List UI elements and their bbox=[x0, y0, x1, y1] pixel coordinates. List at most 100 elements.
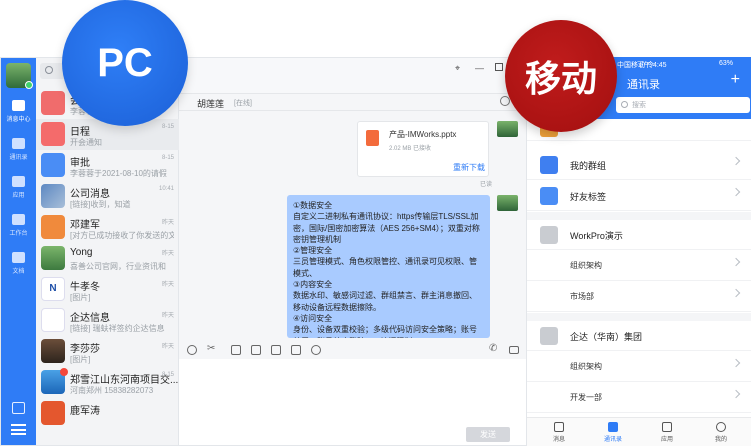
emoji-icon[interactable] bbox=[187, 345, 197, 355]
pc-app-window: 消息中心 通讯录 应用 工作台 文档 日程 开会通知 8-15 审批 李蓉蓉于2… bbox=[0, 57, 527, 446]
mobile-row-org-chart[interactable]: 组织架构 bbox=[527, 251, 751, 281]
conversation-snippet: [链接]收到，知道 bbox=[70, 200, 131, 209]
download-icon[interactable] bbox=[12, 402, 25, 414]
chevron-right-icon bbox=[731, 288, 741, 298]
message-bubble[interactable]: ①数据安全 自定义二进制私有通讯协议：https传输层TLS/SSL加密，国际/… bbox=[287, 195, 490, 338]
mobile-row-my-groups[interactable]: 我的群组 bbox=[527, 150, 751, 180]
read-status: 已读 bbox=[480, 182, 493, 188]
conversation-snippet: [图片] bbox=[70, 355, 91, 364]
mobile-row-dev-dept[interactable]: 开发一部 bbox=[527, 383, 751, 413]
avatar bbox=[41, 339, 65, 363]
mobile-row-org-workpro[interactable]: WorkPro演示 bbox=[527, 220, 751, 250]
phone-device-icon[interactable] bbox=[251, 345, 261, 355]
conversation-name: 鹿军涛 bbox=[70, 406, 100, 417]
conversation-snippet: 李蓉蓉于2021-08-10的请假 bbox=[70, 169, 167, 178]
row-label: 开发一部 bbox=[570, 393, 602, 402]
redownload-link[interactable]: 重新下载 bbox=[453, 162, 485, 173]
chat-status: [在线] bbox=[234, 100, 252, 107]
rail-item-apps[interactable]: 应用 bbox=[1, 176, 36, 199]
search-icon bbox=[45, 66, 53, 74]
rail-label: 文档 bbox=[12, 269, 25, 275]
row-label: 市场部 bbox=[570, 292, 594, 301]
conversation-name: 审批 bbox=[70, 158, 90, 169]
mobile-row-marketing[interactable]: 市场部 bbox=[527, 282, 751, 312]
avatar: N bbox=[41, 277, 65, 301]
avatar bbox=[41, 184, 65, 208]
conversation-time: 10:41 bbox=[158, 186, 174, 192]
tab-messages[interactable]: 消息 bbox=[539, 422, 579, 443]
conversation-item[interactable]: 郑雪江山东河南项目交... 河南郑州 15838282073 8-15 bbox=[36, 367, 179, 398]
document-icon bbox=[12, 252, 25, 263]
avatar bbox=[41, 308, 65, 332]
sender-avatar bbox=[497, 121, 518, 137]
screen-share-icon[interactable] bbox=[271, 345, 281, 355]
mobile-title: 通讯录 bbox=[627, 79, 660, 91]
conversation-snippet: [对方已成功接收了你发送的文件] bbox=[70, 231, 174, 240]
group-icon bbox=[540, 156, 558, 174]
message-line: 数据水印、敏感词过滤、群组禁言、群主消息撤回、移动设备远程数据擦除。 bbox=[293, 291, 477, 312]
tab-label: 通讯录 bbox=[603, 437, 622, 443]
message-line: 三员管理模式、角色权限管控、通讯录可见权限、管模式、 bbox=[293, 257, 477, 278]
conversation-time: 8-15 bbox=[161, 124, 174, 130]
minimize-icon[interactable]: — bbox=[475, 63, 484, 73]
scissors-icon[interactable]: ✂ bbox=[207, 343, 217, 354]
file-icon[interactable] bbox=[291, 345, 301, 355]
conversation-item[interactable]: 公司消息 [链接]收到，知道 10:41 bbox=[36, 181, 179, 212]
message-line: 身份、设备双重校验；多级代码访问安全策略；账号禁用、账号禁止登陆、IP访问限制。 bbox=[293, 325, 477, 338]
search-icon bbox=[621, 101, 628, 108]
conversation-item[interactable]: 鹿军涛 bbox=[36, 398, 179, 429]
rail-item-docs[interactable]: 文档 bbox=[1, 252, 36, 275]
chat-bubble-icon bbox=[12, 100, 25, 111]
mobile-row-org-qida[interactable]: 企达（华南）集团 bbox=[527, 321, 751, 351]
maximize-icon[interactable] bbox=[495, 63, 503, 71]
rail-item-contacts[interactable]: 通讯录 bbox=[1, 138, 36, 161]
avatar bbox=[41, 246, 65, 270]
tab-contacts[interactable]: 通讯录 bbox=[593, 422, 633, 443]
chevron-right-icon bbox=[731, 257, 741, 267]
conversation-time: 昨天 bbox=[161, 282, 174, 288]
rail-item-workbench[interactable]: 工作台 bbox=[1, 214, 36, 237]
folder-icon bbox=[12, 214, 25, 225]
row-label: 企达（华南）集团 bbox=[570, 332, 643, 342]
video-call-icon[interactable] bbox=[509, 346, 519, 354]
tab-apps[interactable]: 应用 bbox=[647, 422, 687, 443]
phone-call-icon[interactable]: ✆ bbox=[489, 343, 499, 354]
send-button[interactable]: 发送 bbox=[466, 427, 510, 442]
conversation-item[interactable]: 李莎莎 [图片] 昨天 bbox=[36, 336, 179, 367]
section-separator bbox=[527, 212, 751, 220]
chevron-right-icon bbox=[731, 156, 741, 166]
rail-item-messages[interactable]: 消息中心 bbox=[1, 100, 36, 123]
conversation-item[interactable]: Yong 喜善公司官网，行业资讯和 昨天 bbox=[36, 243, 179, 274]
add-icon[interactable]: + bbox=[731, 71, 740, 89]
chevron-right-icon bbox=[731, 187, 741, 197]
menu-icon[interactable] bbox=[11, 424, 26, 435]
file-meta: 2.02 MB 已接收 bbox=[389, 146, 432, 152]
folder-icon[interactable] bbox=[231, 345, 241, 355]
conversation-item[interactable]: 企达信息 [链接] 瑞蚨祥签约企达信息 昨天 bbox=[36, 305, 179, 336]
mobile-badge: 移动 bbox=[505, 20, 617, 132]
search-placeholder: 搜索 bbox=[632, 102, 646, 109]
conversation-item[interactable]: 审批 李蓉蓉于2021-08-10的请假 8-15 bbox=[36, 150, 179, 181]
tab-label: 消息 bbox=[552, 437, 565, 443]
battery-status: 63% bbox=[719, 60, 734, 67]
conversation-snippet: [链接] 瑞蚨祥签约企达信息 bbox=[70, 324, 165, 333]
pin-icon[interactable]: ⌖ bbox=[455, 63, 460, 74]
file-name: 产品-IMWorks.pptx bbox=[389, 130, 457, 139]
file-message-card[interactable]: 产品-IMWorks.pptx 2.02 MB 已接收 重新下载 bbox=[357, 121, 489, 177]
mobile-row-friend-tags[interactable]: 好友标签 bbox=[527, 181, 751, 211]
rail-label: 通讯录 bbox=[9, 155, 28, 161]
conversation-item[interactable]: N 牛孝冬 [图片] 昨天 bbox=[36, 274, 179, 305]
tab-label: 应用 bbox=[660, 437, 673, 443]
avatar bbox=[41, 91, 65, 115]
conversation-name: 李莎莎 bbox=[70, 344, 100, 355]
org-icon bbox=[540, 226, 558, 244]
row-label: 组织架构 bbox=[570, 362, 602, 371]
tab-me[interactable]: 我的 bbox=[701, 422, 741, 443]
conversation-item[interactable]: 邓建军 [对方已成功接收了你发送的文件] 昨天 bbox=[36, 212, 179, 243]
clock-icon[interactable] bbox=[311, 345, 321, 355]
conversation-name: 牛孝冬 bbox=[70, 282, 100, 293]
message-line: 自定义二进制私有通讯协议：https传输层TLS/SSL加密，国际/国密加密算法… bbox=[293, 212, 480, 244]
mobile-search-input[interactable]: 搜索 bbox=[616, 97, 750, 113]
mobile-row-org-chart-2[interactable]: 组织架构 bbox=[527, 352, 751, 382]
chat-header: ⌖ — 胡莲莲 [在线] bbox=[179, 58, 526, 106]
